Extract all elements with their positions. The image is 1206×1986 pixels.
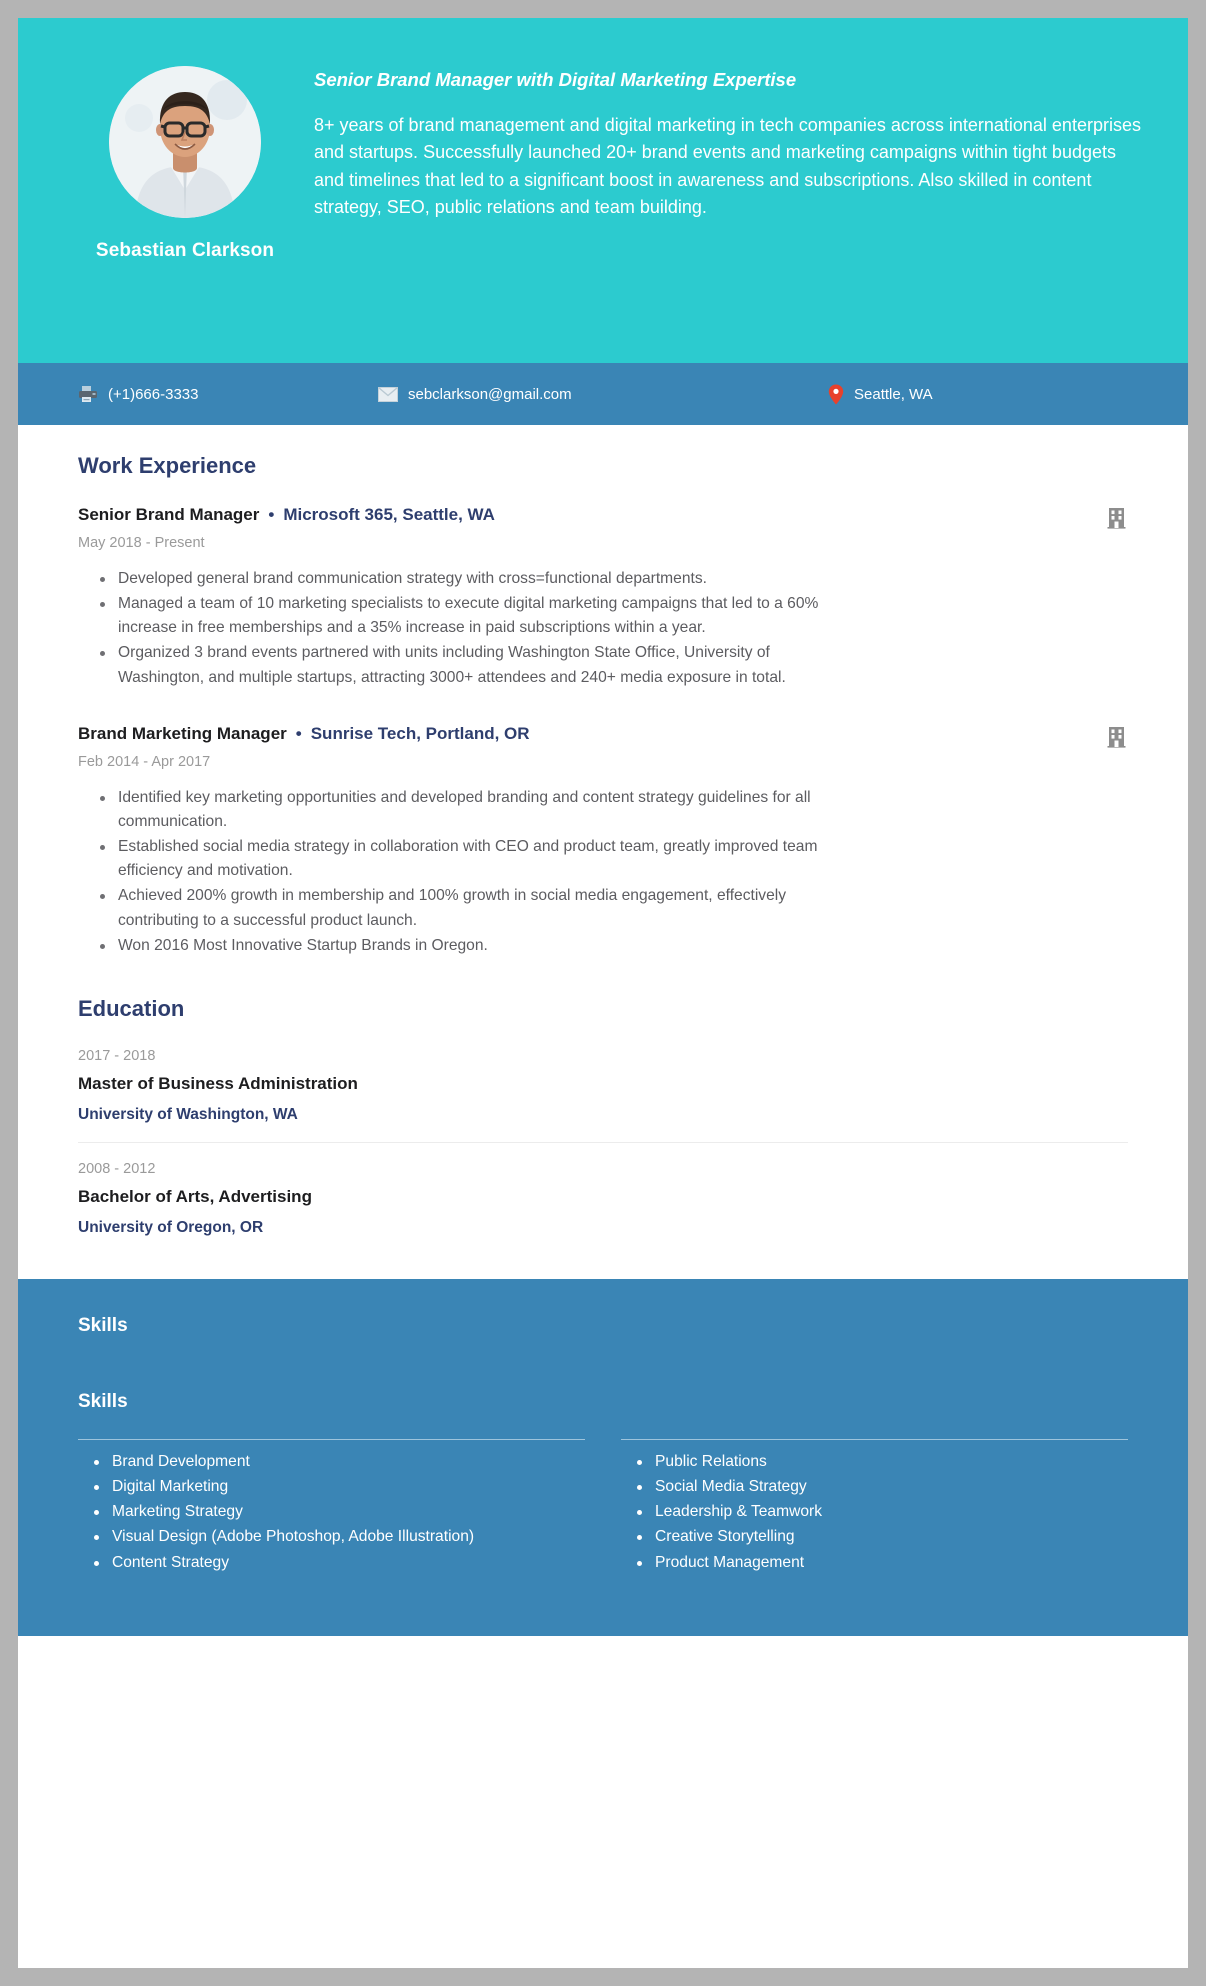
- skills-columns: Brand Development Digital Marketing Mark…: [78, 1438, 1128, 1576]
- work-experience-section: Work Experience Senior Brand Manager • M…: [78, 453, 1128, 958]
- skill-item: Visual Design (Adobe Photoshop, Adobe Il…: [94, 1525, 585, 1549]
- avatar: [109, 66, 261, 218]
- envelope-icon: [378, 386, 398, 402]
- resume-header: Sebastian Clarkson Senior Brand Manager …: [18, 18, 1188, 363]
- contact-phone-value: (+1)666-3333: [108, 385, 199, 403]
- headline: Senior Brand Manager with Digital Market…: [314, 69, 797, 90]
- skills-column-right: Public Relations Social Media Strategy L…: [621, 1438, 1128, 1576]
- skills-column-left: Brand Development Digital Marketing Mark…: [78, 1438, 585, 1576]
- work-section-title: Work Experience: [78, 453, 257, 478]
- job-bullet: Identified key marketing opportunities a…: [100, 786, 840, 834]
- contact-location[interactable]: Seattle, WA: [828, 384, 1128, 405]
- education-degree: Bachelor of Arts, Advertising: [78, 1186, 312, 1206]
- job-entry: Senior Brand Manager • Microsoft 365, Se…: [78, 505, 1128, 690]
- education-school: University of Oregon, OR: [78, 1218, 264, 1236]
- skill-item: Social Media Strategy: [637, 1475, 1128, 1499]
- job-company: Sunrise Tech, Portland, OR: [310, 723, 530, 743]
- education-degree: Master of Business Administration: [78, 1073, 358, 1093]
- person-name: Sebastian Clarkson: [95, 240, 275, 261]
- education-years: 2008 - 2012: [78, 1160, 156, 1177]
- job-bullet: Established social media strategy in col…: [100, 835, 840, 883]
- office-building-icon: [1107, 507, 1126, 534]
- education-entry: 2017 - 2018 Master of Business Administr…: [78, 1048, 1128, 1142]
- photo-block: Sebastian Clarkson: [78, 54, 292, 262]
- job-bullets: Developed general brand communication st…: [78, 567, 1128, 690]
- job-heading: Senior Brand Manager • Microsoft 365, Se…: [78, 505, 1128, 525]
- job-entry: Brand Marketing Manager • Sunrise Tech, …: [78, 724, 1128, 958]
- skill-item: Digital Marketing: [94, 1475, 585, 1499]
- job-dates: May 2018 - Present: [78, 535, 205, 551]
- skill-item: Leadership & Teamwork: [637, 1500, 1128, 1524]
- job-bullet: Organized 3 brand events partnered with …: [100, 641, 840, 689]
- job-separator: •: [295, 723, 302, 743]
- skill-item: Brand Development: [94, 1450, 585, 1474]
- education-section: Education 2017 - 2018 Master of Business…: [78, 996, 1128, 1255]
- job-bullet: Won 2016 Most Innovative Startup Brands …: [100, 934, 840, 958]
- education-school: University of Washington, WA: [78, 1105, 298, 1123]
- contact-phone[interactable]: (+1)666-3333: [78, 385, 378, 403]
- job-bullet: Managed a team of 10 marketing specialis…: [100, 592, 840, 640]
- skill-item: Creative Storytelling: [637, 1525, 1128, 1549]
- job-title: Brand Marketing Manager: [78, 723, 287, 743]
- fax-icon: [78, 385, 98, 403]
- education-section-title: Education: [78, 995, 185, 1021]
- job-bullet: Developed general brand communication st…: [100, 567, 840, 591]
- skills-list-heading: Skills: [78, 1390, 128, 1412]
- job-bullets: Identified key marketing opportunities a…: [78, 786, 1128, 958]
- job-heading: Brand Marketing Manager • Sunrise Tech, …: [78, 724, 1128, 744]
- office-building-icon: [1107, 726, 1126, 753]
- header-text: Senior Brand Manager with Digital Market…: [292, 54, 1148, 221]
- job-company: Microsoft 365, Seattle, WA: [283, 505, 495, 524]
- job-dates: Feb 2014 - Apr 2017: [78, 753, 211, 770]
- summary: 8+ years of brand management and digital…: [314, 115, 1141, 218]
- skill-item: Product Management: [637, 1551, 1128, 1575]
- contact-email-value: sebclarkson@gmail.com: [408, 385, 572, 403]
- skills-list: Brand Development Digital Marketing Mark…: [78, 1450, 585, 1575]
- skill-item: Public Relations: [637, 1450, 1128, 1474]
- education-years: 2017 - 2018: [78, 1047, 156, 1064]
- map-pin-icon: [828, 384, 844, 405]
- job-title: Senior Brand Manager: [78, 505, 260, 524]
- contact-location-value: Seattle, WA: [854, 385, 933, 403]
- skill-item: Content Strategy: [94, 1551, 585, 1575]
- skills-section: Skills Skills Brand Development Digital …: [18, 1278, 1188, 1636]
- job-separator: •: [268, 505, 275, 524]
- education-entry: 2008 - 2012 Bachelor of Arts, Advertisin…: [78, 1141, 1128, 1255]
- skills-block-heading: Skills: [78, 1314, 128, 1336]
- job-bullet: Achieved 200% growth in membership and 1…: [100, 884, 840, 932]
- skills-list: Public Relations Social Media Strategy L…: [621, 1450, 1128, 1575]
- contact-bar: (+1)666-3333 sebclarkson@gmail.com Seatt…: [18, 363, 1188, 425]
- resume-body: Work Experience Senior Brand Manager • M…: [18, 425, 1188, 1255]
- skill-item: Marketing Strategy: [94, 1500, 585, 1524]
- resume-page: Sebastian Clarkson Senior Brand Manager …: [18, 18, 1188, 1968]
- contact-email[interactable]: sebclarkson@gmail.com: [378, 386, 828, 403]
